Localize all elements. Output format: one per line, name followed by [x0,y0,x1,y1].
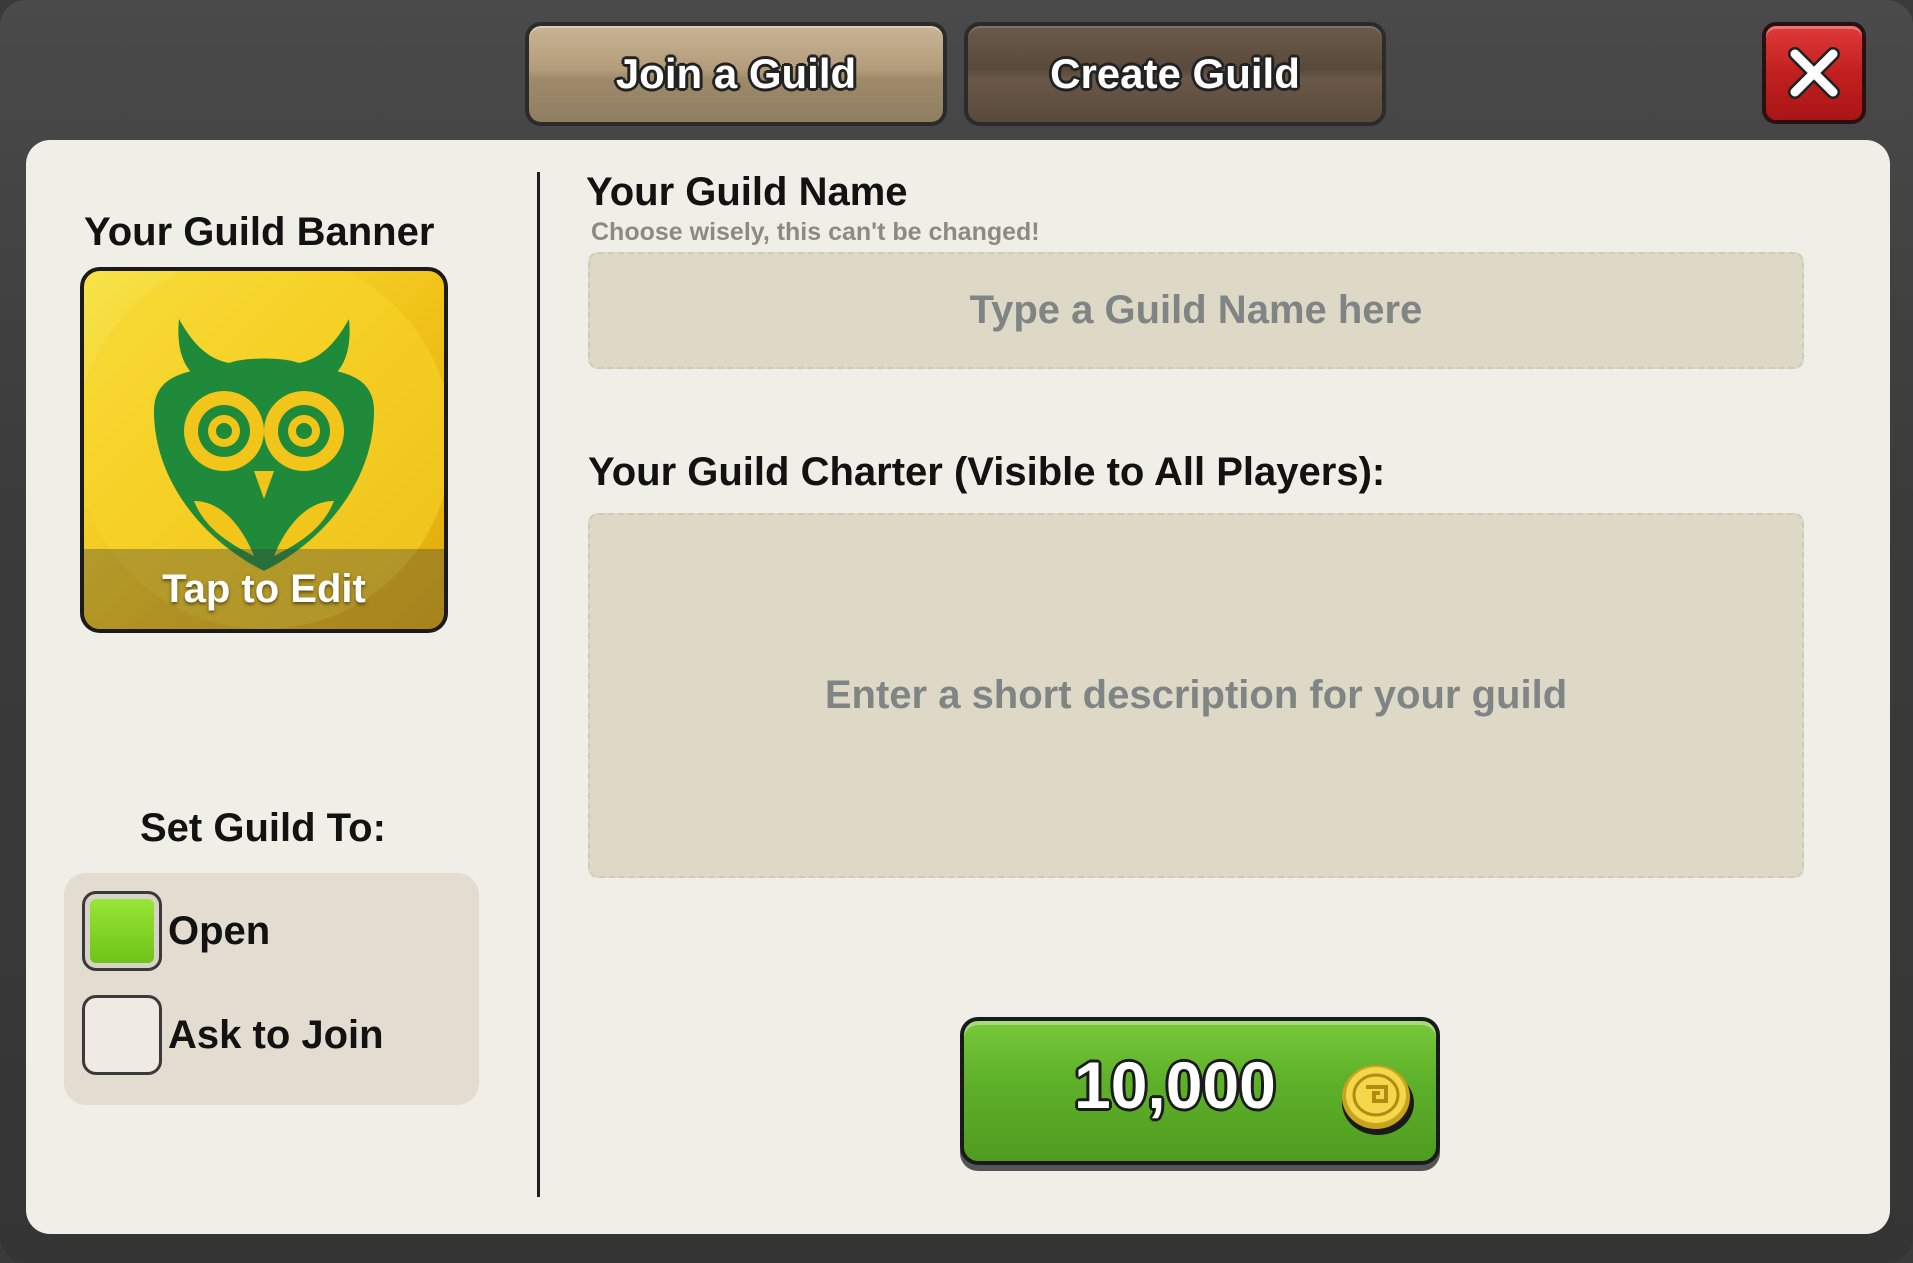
guild-name-input[interactable]: Type a Guild Name here [588,252,1804,369]
coin-icon [1342,1065,1414,1135]
price-label: 10,000 [1074,1048,1276,1122]
column-divider [537,172,540,1197]
create-guild-button[interactable]: 10,000 [960,1017,1440,1165]
close-button[interactable] [1762,22,1866,124]
ask-to-join-checkbox[interactable] [82,995,162,1075]
option-open[interactable]: Open [82,891,270,971]
guild-name-title: Your Guild Name [586,170,908,214]
open-checkbox[interactable] [82,891,162,971]
charter-placeholder: Enter a short description for your guild [824,673,1568,717]
tab-create-label: Create Guild [1050,50,1300,97]
option-ask-label: Ask to Join [168,1012,384,1057]
tab-create-guild[interactable]: Create Guild [964,22,1386,126]
close-icon [1788,47,1840,99]
privacy-options: Open Ask to Join [64,873,479,1105]
tab-join-label: Join a Guild [615,50,857,97]
guild-name-subtitle: Choose wisely, this can't be changed! [591,218,1040,246]
option-open-label: Open [168,908,271,953]
charter-input[interactable]: Enter a short description for your guild [588,513,1804,878]
guild-name-placeholder: Type a Guild Name here [969,288,1423,332]
tab-join-guild[interactable]: Join a Guild [525,22,947,126]
privacy-title: Set Guild To: [140,806,386,850]
banner-edit-caption: Tap to Edit [84,549,444,629]
guild-banner-editor[interactable]: Tap to Edit [80,267,448,633]
banner-title: Your Guild Banner [84,210,435,254]
option-ask-to-join[interactable]: Ask to Join [82,995,384,1075]
charter-title: Your Guild Charter (Visible to All Playe… [588,450,1386,494]
